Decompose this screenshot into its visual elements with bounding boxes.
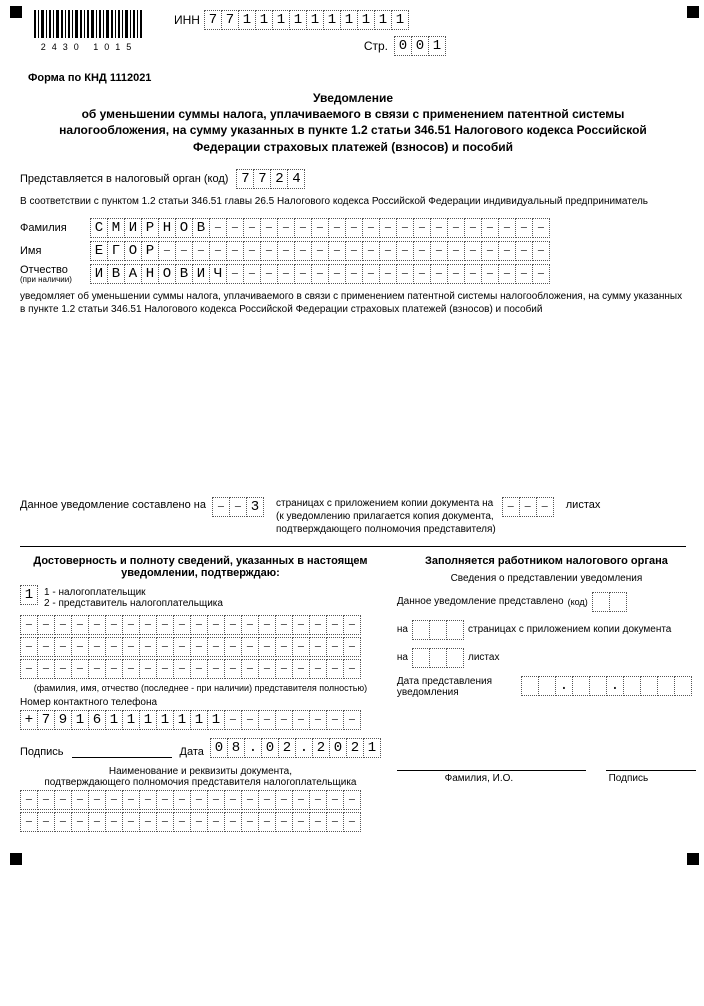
basis-text: В соответствии с пунктом 1.2 статьи 346.… [20,195,686,208]
composed-label: Данное уведомление составлено на [20,497,206,511]
on-label-1: на [397,624,408,635]
present-date [521,676,692,696]
official-sign-line [606,758,696,771]
fio-label: Фамилия, И.О. [445,773,514,784]
surname-value: СМИРНОВ [90,218,686,238]
document-title: Уведомление об уменьшении суммы налога, … [50,90,656,155]
surname-label: Фамилия [20,222,90,234]
name-label: Имя [20,245,90,257]
on-label-2: на [397,652,408,663]
page-number: 001 [394,36,446,56]
fio-line [397,758,586,771]
authority-label: Представляется в налоговый орган (код) [20,173,228,185]
marker-bl [10,853,22,865]
authority-code: 7724 [236,169,305,189]
date-label: Дата [180,746,204,758]
date-value: 08022021 [210,738,381,758]
left-col-title: Достоверность и полноту сведений, указан… [20,555,381,579]
official-sign-label: Подпись [609,773,649,784]
marker-br [687,853,699,865]
sheets-count [412,648,464,668]
sign-line [72,745,172,758]
doc-name-title: Наименование и реквизиты документа, подт… [20,766,381,788]
name-value: ЕГОР [90,241,686,261]
patronymic-label: Отчество (при наличии) [20,264,90,284]
composed-pages: 3 [212,497,264,517]
barcode-number: 2430 1015 [34,42,144,52]
code-label: (код) [568,597,588,607]
barcode: 2430 1015 [34,10,144,52]
pages-suffix: страницах с приложением копии документа [468,624,671,635]
doc-lines [20,790,381,832]
composed-description: страницах с приложением копии документа … [276,497,496,536]
marker-tr [687,6,699,18]
notice-text: уведомляет об уменьшении суммы налога, у… [20,290,686,317]
rep-note: (фамилия, имя, отчество (последнее - при… [20,683,381,693]
form-code: Форма по КНД 1112021 [28,72,686,84]
phone-label: Номер контактного телефона [20,697,381,708]
representative-lines [20,615,381,679]
presented-label: Данное уведомление представлено [397,596,564,607]
sign-label: Подпись [20,746,64,758]
present-date-label: Дата представления уведомления [397,676,517,698]
composed-sheets [502,497,554,517]
declarant-code: 1 [20,585,38,605]
inn-label: ИНН [174,13,200,27]
presented-code [592,592,627,612]
right-col-title: Заполняется работником налогового органа [397,555,696,567]
declarant-options: 1 - налогоплательщик 2 - представитель н… [44,587,223,609]
inn-value: 771111111111 [204,10,409,30]
page-label: Стр. [364,39,388,53]
phone-value: +79161111111 [20,710,381,730]
marker-tl [10,6,22,18]
sheets-suffix: листах [468,652,499,663]
sheets-label: листах [566,497,601,511]
patronymic-value: ИВАНОВИЧ [90,264,686,284]
right-col-sub: Сведения о представлении уведомления [397,573,696,584]
pages-count [412,620,464,640]
